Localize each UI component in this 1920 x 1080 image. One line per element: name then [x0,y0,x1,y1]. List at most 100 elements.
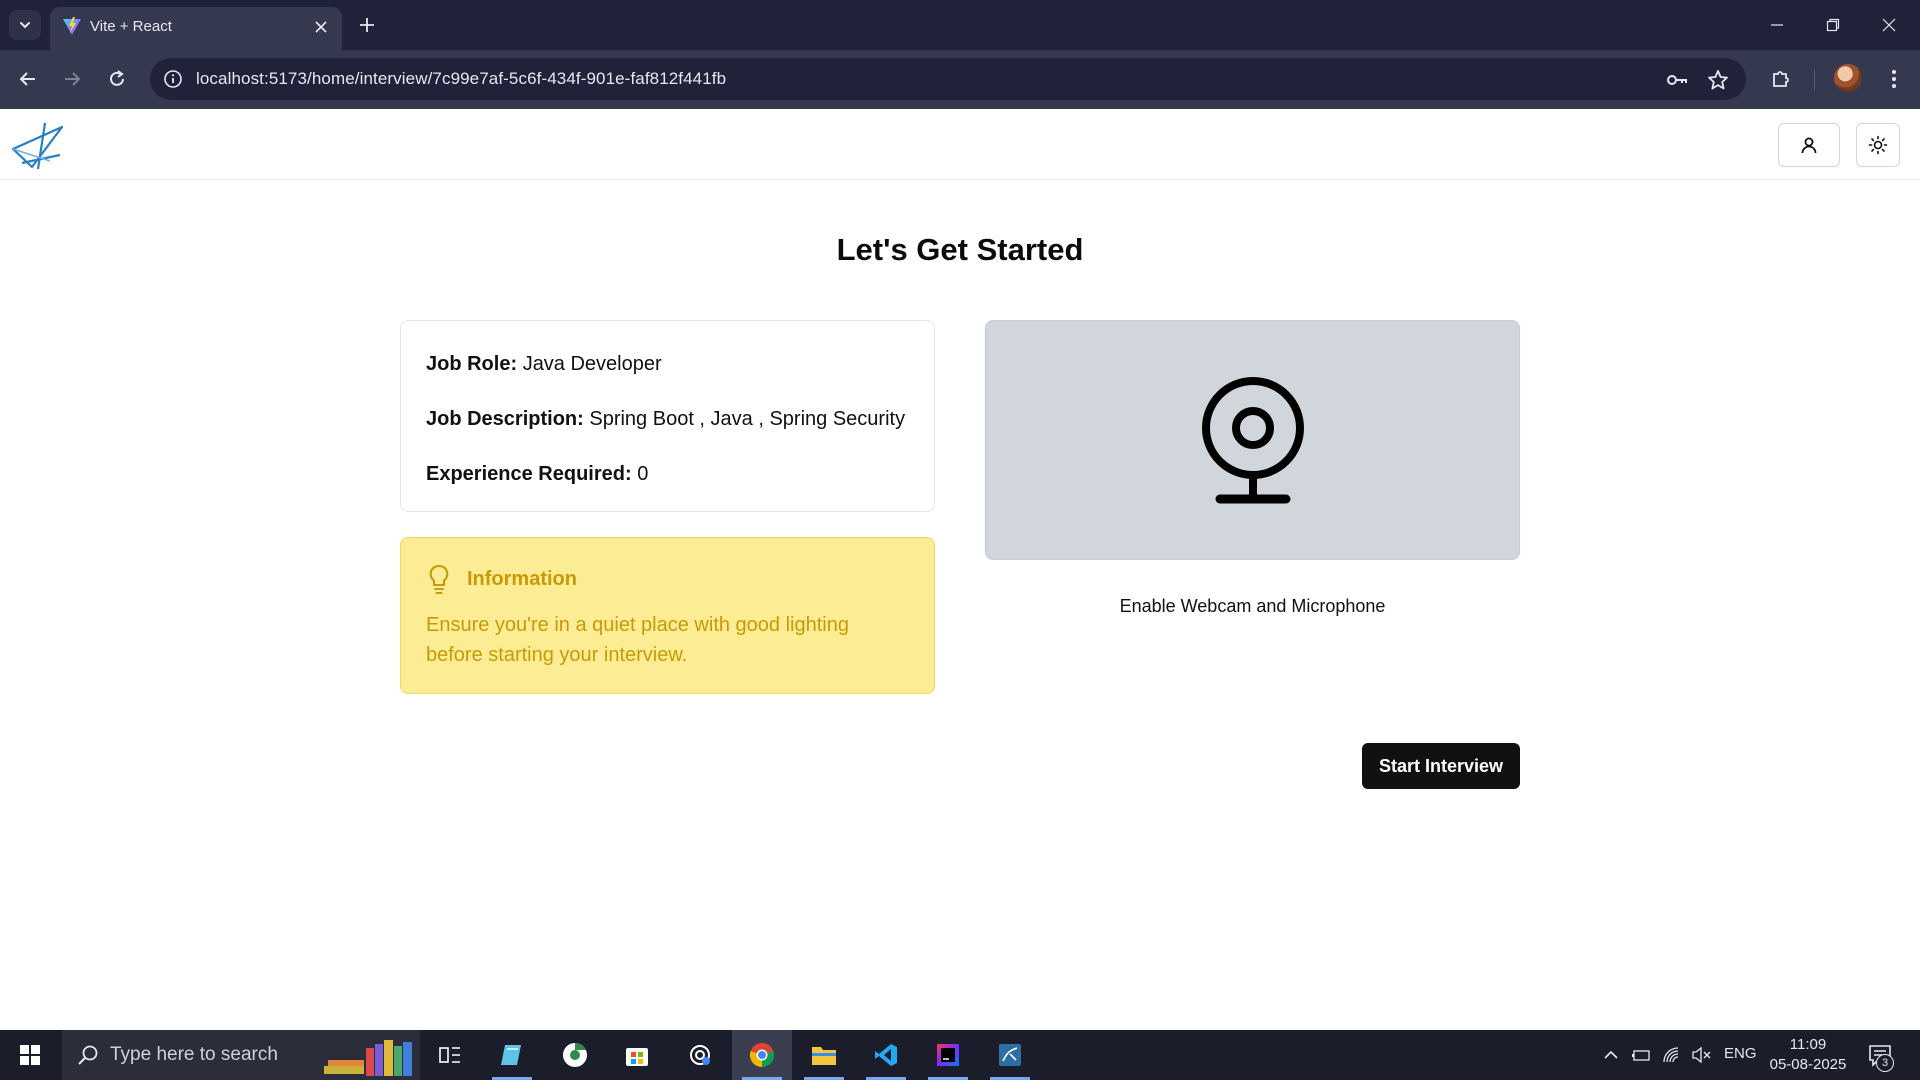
job-description-label: Job Description: [426,408,584,430]
vite-favicon-icon [63,17,81,35]
more-vert-icon [1892,70,1896,88]
app-header [0,109,1920,180]
taskbar-app-chrome-profile[interactable] [545,1030,605,1080]
tab-title: Vite + React [90,18,172,35]
books-widget-icon[interactable] [322,1038,418,1078]
search-icon [78,1045,98,1065]
restore-button[interactable] [1810,8,1856,42]
store-icon [626,1048,648,1066]
star-icon [1708,70,1728,90]
bookmark-button[interactable] [1705,67,1731,93]
back-button[interactable] [12,63,44,95]
tab-search-button[interactable] [9,10,41,40]
vscode-icon [875,1044,897,1066]
notification-count-badge: 3 [1876,1054,1894,1072]
chevron-up-icon [1604,1050,1618,1059]
taskbar-app-vscode[interactable] [856,1030,916,1080]
windows-taskbar: Type here to search ENG 11:09 05-08-2025… [0,1030,1920,1080]
toolbar-divider [1814,70,1815,90]
search-placeholder: Type here to search [110,1044,278,1065]
browser-tab-bar: Vite + React [0,0,1920,50]
plus-icon [360,18,374,32]
job-details-card: Job Role: Java Developer Job Description… [400,320,935,512]
start-button[interactable] [0,1030,60,1080]
information-title: Information [467,568,577,590]
new-tab-button[interactable] [353,11,381,39]
taskbar-app-store[interactable] [607,1030,667,1080]
close-icon [1882,18,1896,32]
job-role-label: Job Role: [426,353,518,375]
taskbar-app-openai[interactable] [670,1030,730,1080]
start-interview-button[interactable]: Start Interview [1362,743,1520,789]
close-icon [315,21,327,33]
volume-button[interactable] [1690,1044,1712,1066]
show-hidden-icons-button[interactable] [1600,1044,1622,1066]
sun-icon [1868,135,1888,155]
profile-avatar[interactable] [1834,64,1862,92]
notes-app-icon [501,1045,521,1065]
app-logo[interactable] [10,119,66,171]
url-text[interactable]: localhost:5173/home/interview/7c99e7af-5… [196,69,726,89]
experience-line: Experience Required: 0 [426,461,909,488]
taskbar-app-chrome[interactable] [732,1030,792,1080]
webcam-placeholder[interactable] [985,320,1520,560]
task-view-icon [439,1047,460,1063]
job-description-value: Spring Boot , Java , Spring Security [589,408,906,430]
key-icon [1667,75,1687,85]
openai-icon [690,1045,710,1065]
lightbulb-icon [429,565,449,594]
reload-icon [110,70,124,86]
minimize-button[interactable] [1754,8,1800,42]
taskbar-app-intellij[interactable] [918,1030,978,1080]
taskbar-app-file-explorer[interactable] [794,1030,854,1080]
experience-value: 0 [637,463,649,485]
taskbar-app-notes[interactable] [482,1030,542,1080]
browser-menu-button[interactable] [1878,63,1910,95]
arrow-right-icon [65,72,81,86]
puzzle-icon [1773,71,1789,87]
taskbar-app-mysql[interactable] [980,1030,1040,1080]
job-role-value: Java Developer [522,353,662,375]
chevron-down-icon [20,22,30,29]
chrome-icon [749,1043,775,1068]
job-description-line: Job Description: Spring Boot , Java , Sp… [426,406,909,433]
password-key-button[interactable] [1664,67,1690,93]
theme-toggle-button[interactable] [1856,123,1900,167]
extensions-button[interactable] [1765,63,1797,95]
address-bar[interactable]: localhost:5173/home/interview/7c99e7af-5… [150,58,1746,100]
volume-muted-icon [1692,1046,1711,1064]
browser-toolbar: localhost:5173/home/interview/7c99e7af-5… [0,50,1920,109]
mysql-workbench-icon [999,1044,1021,1066]
clock-date: 05-08-2025 [1769,1056,1847,1073]
close-window-button[interactable] [1866,8,1912,42]
job-role-line: Job Role: Java Developer [426,351,909,378]
wifi-icon [1663,1047,1679,1063]
browser-tab[interactable]: Vite + React [50,7,342,50]
system-clock[interactable]: 11:09 05-08-2025 [1764,1035,1852,1075]
enable-webcam-link[interactable]: Enable Webcam and Microphone [985,596,1520,617]
minimize-icon [1771,24,1783,26]
intellij-icon [937,1044,959,1066]
input-language[interactable]: ENG [1724,1045,1757,1062]
page-title: Let's Get Started [836,232,1084,267]
clock-time: 11:09 [1789,1036,1827,1053]
arrow-left-icon [19,72,35,86]
folder-icon [812,1047,836,1065]
site-info-button[interactable] [160,66,186,92]
network-button[interactable] [1661,1044,1683,1066]
user-profile-button[interactable] [1778,123,1840,167]
task-view-button[interactable] [420,1030,480,1080]
windows-icon [20,1045,40,1065]
chrome-icon [563,1042,587,1067]
information-text: Ensure you're in a quiet place with good… [426,614,849,666]
forward-button[interactable] [56,63,88,95]
information-alert: Information Ensure you're in a quiet pla… [400,537,935,694]
reload-button[interactable] [101,63,133,95]
webcam-icon [1201,377,1304,504]
user-icon [1801,137,1817,154]
experience-label: Experience Required: [426,463,632,485]
battery-button[interactable] [1630,1044,1652,1066]
battery-icon [1632,1050,1650,1061]
info-icon [164,70,182,88]
tab-close-button[interactable] [310,16,332,38]
